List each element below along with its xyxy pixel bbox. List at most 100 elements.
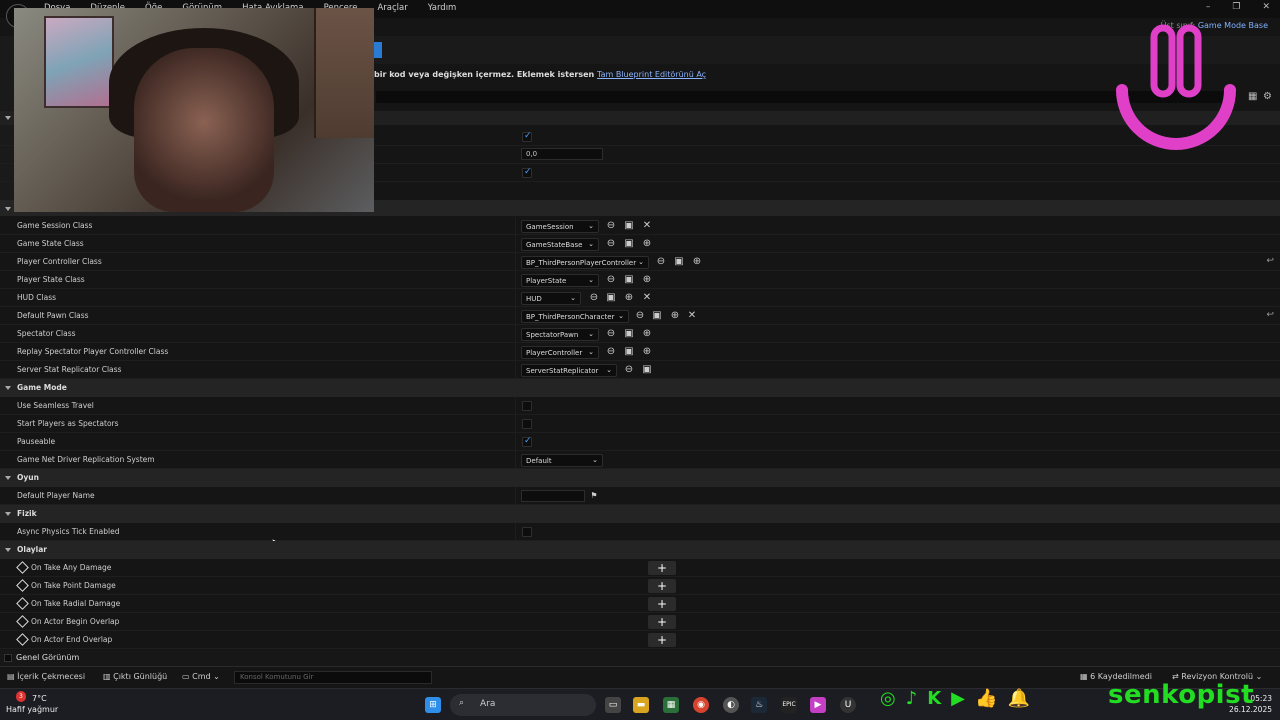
reset-to-default-icon[interactable]: ↩ <box>1266 256 1274 266</box>
flag-icon[interactable]: ⚑ <box>588 490 600 502</box>
class-dropdown[interactable]: ServerStatReplicator ⌄ <box>521 364 617 377</box>
add-icon[interactable]: ⊕ <box>623 292 635 304</box>
dropdown-value: GameStateBase <box>526 241 583 249</box>
class-dropdown[interactable]: SpectatorPawn ⌄ <box>521 328 599 341</box>
use-selected-icon[interactable]: ⊖ <box>605 220 617 232</box>
clear-icon[interactable]: ✕ <box>641 220 653 232</box>
maximize-icon[interactable]: ❐ <box>1232 2 1240 12</box>
use-selected-icon[interactable]: ⊖ <box>605 238 617 250</box>
use-selected-icon[interactable]: ⊖ <box>623 364 635 376</box>
console-input[interactable]: Konsol Komutunu Gir <box>234 671 432 684</box>
task-view-icon[interactable]: ▭ <box>605 697 621 713</box>
browse-folder-icon[interactable]: ▣ <box>605 292 617 304</box>
class-dropdown[interactable]: HUD ⌄ <box>521 292 581 305</box>
add-icon[interactable]: ⊕ <box>641 274 653 286</box>
content-drawer-button[interactable]: ▤ İçerik Çekmecesi <box>7 672 85 681</box>
add-icon[interactable]: ⊕ <box>641 328 653 340</box>
details-search-input[interactable] <box>376 91 1234 103</box>
add-event-button[interactable]: + <box>648 579 676 593</box>
property-row: Game State Class GameStateBase ⌄ ⊖ ▣ ⊕ <box>0 235 1280 253</box>
add-icon[interactable]: ⊕ <box>669 310 681 322</box>
app-pink-icon[interactable]: ▶ <box>810 697 826 713</box>
add-event-button[interactable]: + <box>648 615 676 629</box>
settings-gear-icon[interactable]: ⚙ <box>1263 91 1272 102</box>
property-label: Async Physics Tick Enabled <box>17 527 120 536</box>
unreal-engine-icon[interactable]: U <box>840 697 856 713</box>
browse-folder-icon[interactable]: ▣ <box>623 238 635 250</box>
replication-dropdown[interactable]: Default ⌄ <box>521 454 603 467</box>
chevron-down-icon: ⌄ <box>588 330 594 338</box>
grid-view-icon[interactable]: ▦ <box>1248 91 1257 102</box>
property-row: Player Controller Class BP_ThirdPersonPl… <box>0 253 1280 271</box>
property-checkbox[interactable] <box>522 131 532 142</box>
event-label: On Take Point Damage <box>31 581 116 590</box>
category-olaylar[interactable]: Olaylar <box>0 541 1280 559</box>
clear-icon[interactable]: ✕ <box>686 310 698 322</box>
class-dropdown[interactable]: GameSession ⌄ <box>521 220 599 233</box>
browse-folder-icon[interactable]: ▣ <box>651 310 663 322</box>
add-event-button[interactable]: + <box>648 597 676 611</box>
category-game-mode[interactable]: Game Mode <box>0 379 1280 397</box>
class-dropdown[interactable]: PlayerState ⌄ <box>521 274 599 287</box>
menu-help[interactable]: Yardım <box>428 3 457 13</box>
menu-tools[interactable]: Araçlar <box>377 3 407 13</box>
use-selected-icon[interactable]: ⊖ <box>634 310 646 322</box>
property-label: Start Players as Spectators <box>17 419 119 428</box>
class-dropdown[interactable]: BP_ThirdPersonCharacter ⌄ <box>521 310 629 323</box>
browse-folder-icon[interactable]: ▣ <box>641 364 653 376</box>
category-oyun[interactable]: Oyun <box>0 469 1280 487</box>
brand-name: senkopist <box>1108 680 1255 710</box>
add-event-button[interactable]: + <box>648 633 676 647</box>
use-selected-icon[interactable]: ⊖ <box>605 274 617 286</box>
add-icon[interactable]: ⊕ <box>641 346 653 358</box>
player-name-input[interactable] <box>521 490 585 502</box>
reset-to-default-icon[interactable]: ↩ <box>1266 310 1274 320</box>
cmd-dropdown[interactable]: ▭ Cmd ⌄ <box>182 672 220 681</box>
editor-status-bar: ▤ İçerik Çekmecesi ▥ Çıktı Günlüğü ▭ Cmd… <box>0 666 1280 688</box>
category-title: Oyun <box>17 473 39 482</box>
open-full-editor-link[interactable]: Tam Blueprint Editörünü Aç <box>597 70 706 79</box>
epic-games-icon[interactable]: EPIC <box>781 697 797 713</box>
use-selected-icon[interactable]: ⊖ <box>588 292 600 304</box>
async-physics-checkbox[interactable] <box>522 527 532 537</box>
property-checkbox[interactable] <box>522 167 532 178</box>
browse-folder-icon[interactable]: ▣ <box>623 328 635 340</box>
number-input[interactable]: 0,0 <box>521 148 603 160</box>
add-icon[interactable]: ⊕ <box>641 238 653 250</box>
browse-folder-icon[interactable]: ▣ <box>623 346 635 358</box>
steam-icon[interactable]: ♨ <box>751 697 767 713</box>
browse-folder-icon[interactable]: ▣ <box>673 256 685 268</box>
browse-folder-icon[interactable]: ▣ <box>623 274 635 286</box>
use-selected-icon[interactable]: ⊖ <box>605 346 617 358</box>
taskbar-search[interactable]: ⌕ Ara <box>450 694 596 716</box>
clear-icon[interactable]: ✕ <box>641 292 653 304</box>
chrome-icon[interactable]: ◉ <box>693 697 709 713</box>
dropdown-value: BP_ThirdPersonCharacter <box>526 313 615 321</box>
pauseable-checkbox[interactable] <box>522 436 532 447</box>
use-selected-icon[interactable]: ⊖ <box>605 328 617 340</box>
category-fizik[interactable]: Fizik <box>0 505 1280 523</box>
use-selected-icon[interactable]: ⊖ <box>655 256 667 268</box>
add-event-button[interactable]: + <box>648 561 676 575</box>
minimize-icon[interactable]: – <box>1206 2 1211 12</box>
start-spectators-checkbox[interactable] <box>522 419 532 429</box>
seamless-travel-checkbox[interactable] <box>522 401 532 411</box>
close-icon[interactable]: ✕ <box>1262 2 1270 12</box>
class-dropdown[interactable]: BP_ThirdPersonPlayerController ⌄ <box>521 256 649 269</box>
windows-start-icon[interactable]: ⊞ <box>425 697 441 713</box>
social-icons-overlay: ◎ ♪ K ▶ 👍 🔔 <box>880 683 1030 713</box>
app-icon[interactable]: ◐ <box>723 697 739 713</box>
file-explorer-icon[interactable]: ▬ <box>633 697 649 713</box>
dropdown-value: PlayerState <box>526 277 567 285</box>
chevron-down-icon: ⌄ <box>588 240 594 248</box>
dropdown-value: PlayerController <box>526 349 583 357</box>
browse-folder-icon[interactable]: ▣ <box>623 220 635 232</box>
weather-widget[interactable]: 7°C Hafif yağmur 3 <box>6 691 58 715</box>
event-diamond-icon <box>16 633 29 646</box>
output-log-button[interactable]: ▥ Çıktı Günlüğü <box>103 672 167 681</box>
general-view-tab[interactable]: Genel Görünüm <box>0 650 1280 666</box>
store-icon[interactable]: ▦ <box>663 697 679 713</box>
add-icon[interactable]: ⊕ <box>691 256 703 268</box>
class-dropdown[interactable]: PlayerController ⌄ <box>521 346 599 359</box>
class-dropdown[interactable]: GameStateBase ⌄ <box>521 238 599 251</box>
